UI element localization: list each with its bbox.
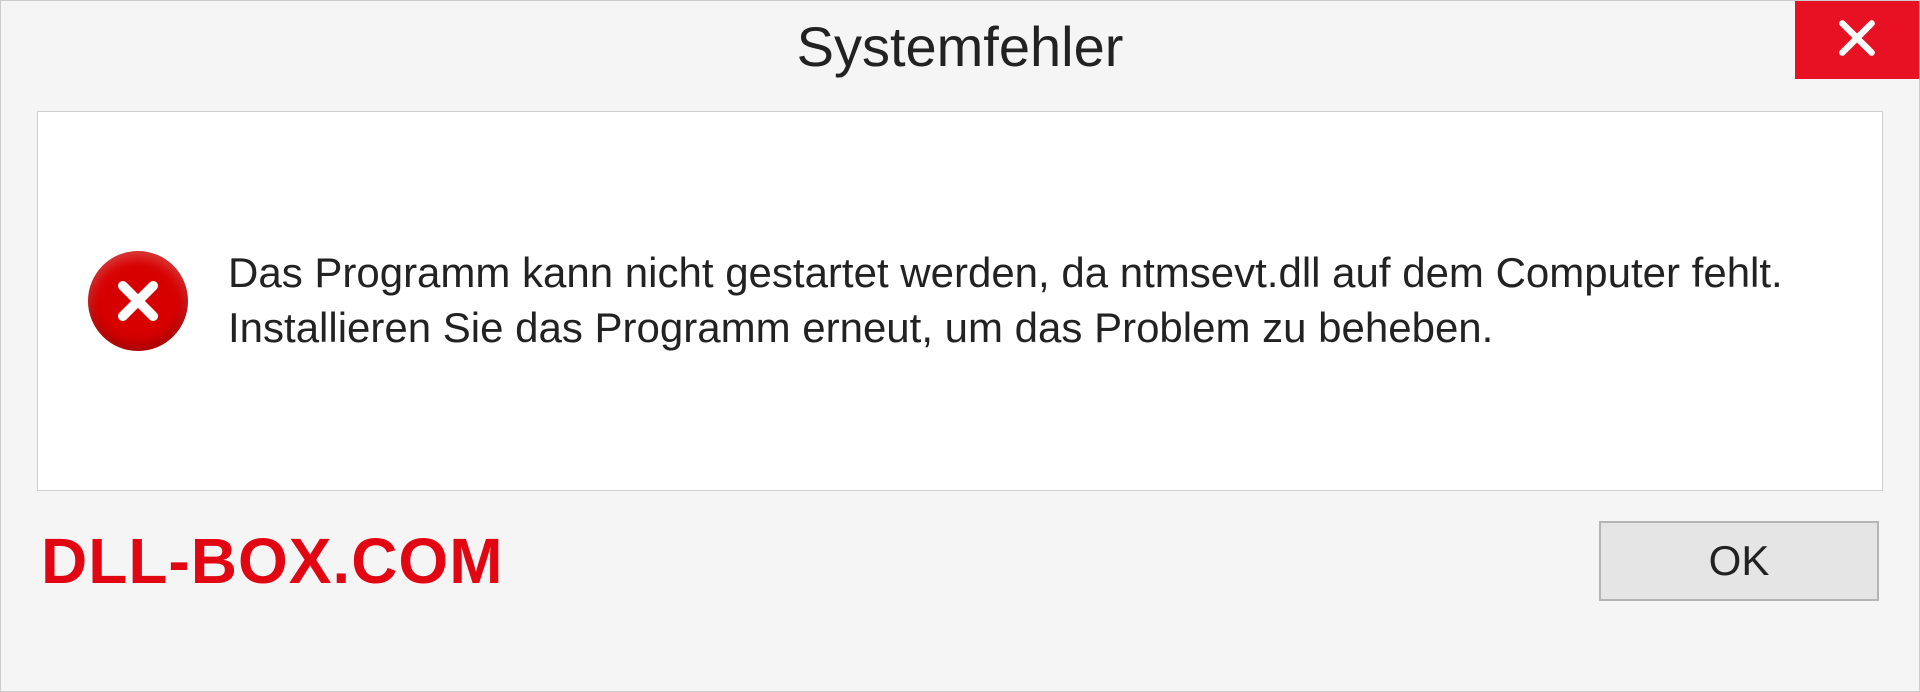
close-icon <box>1835 16 1879 65</box>
ok-button[interactable]: OK <box>1599 521 1879 601</box>
error-icon <box>88 251 188 351</box>
dialog-title: Systemfehler <box>797 14 1124 79</box>
error-dialog: Systemfehler Das Programm kann nicht ges… <box>0 0 1920 692</box>
error-message: Das Programm kann nicht gestartet werden… <box>228 246 1832 355</box>
titlebar: Systemfehler <box>1 1 1919 91</box>
content-panel: Das Programm kann nicht gestartet werden… <box>37 111 1883 491</box>
close-button[interactable] <box>1795 1 1919 79</box>
dialog-footer: DLL-BOX.COM OK <box>1 491 1919 641</box>
watermark-text: DLL-BOX.COM <box>41 524 504 598</box>
